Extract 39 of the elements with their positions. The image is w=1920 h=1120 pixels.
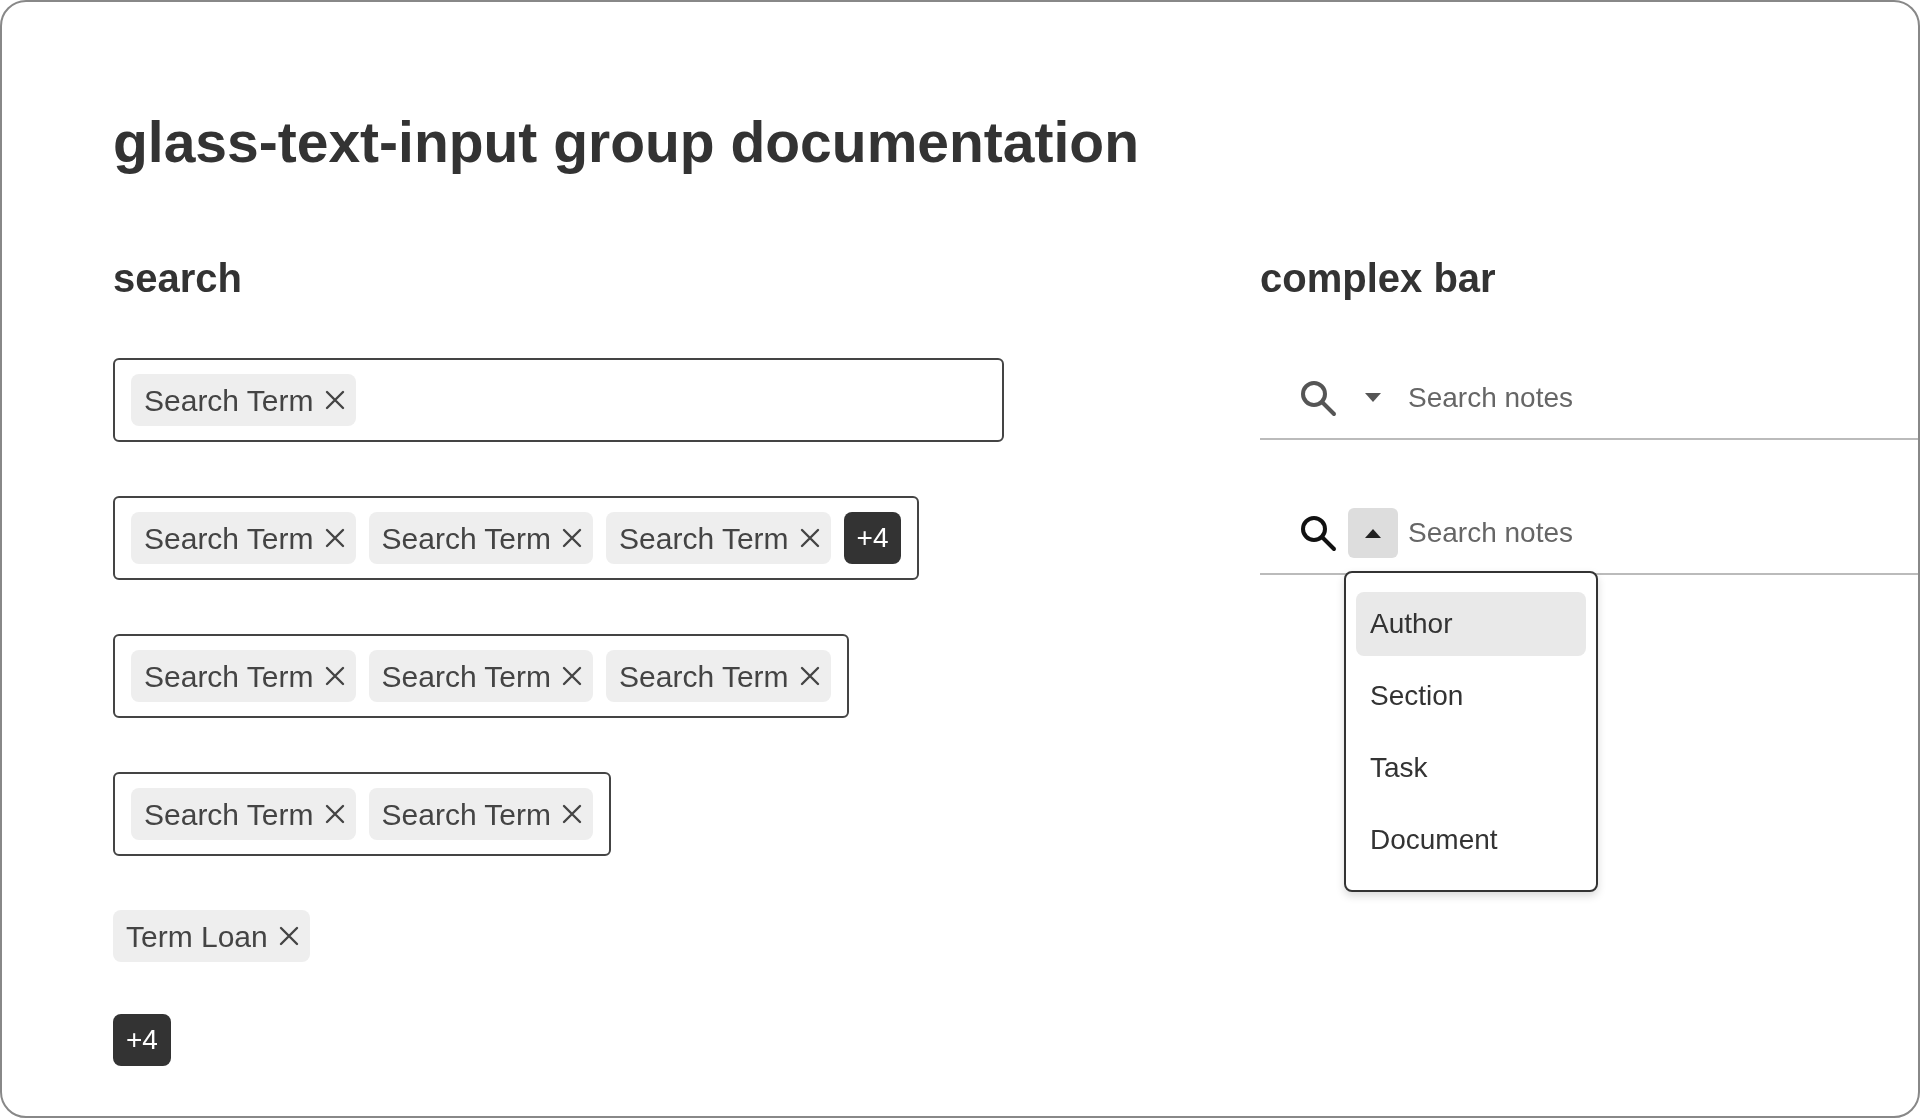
close-icon[interactable] (561, 665, 584, 688)
close-icon[interactable] (798, 527, 821, 550)
chip-label: Search Term (144, 520, 314, 557)
menu-item[interactable]: Document (1356, 808, 1586, 873)
close-icon[interactable] (277, 925, 300, 948)
chip-label: Search Term (381, 796, 552, 833)
tag-input-field[interactable]: Search Term Search Term (113, 772, 612, 857)
menu-item[interactable]: Task (1356, 736, 1586, 801)
menu-item[interactable]: Section (1356, 664, 1586, 729)
tag-input-field[interactable]: Search Term Search Term Search Term +4 (113, 496, 920, 581)
search-icon[interactable] (1298, 513, 1338, 554)
close-icon[interactable] (561, 803, 584, 826)
chip-label: Search Term (381, 520, 552, 557)
search-field[interactable]: Search notes (1408, 512, 1808, 555)
close-icon[interactable] (561, 527, 584, 550)
chip-label: Search Term (144, 658, 314, 695)
tag-input-field[interactable]: Search Term Search Term Search Term (113, 634, 849, 719)
chip-label: Search Term (144, 382, 314, 419)
overflow-count[interactable]: +4 (113, 1014, 171, 1067)
chip-label: Term Loan (126, 918, 268, 955)
close-icon[interactable] (798, 665, 821, 688)
chip-label: Search Term (381, 658, 552, 695)
overflow-count[interactable]: +4 (843, 512, 902, 565)
caret-up-icon (1364, 527, 1382, 540)
tag-input-field[interactable]: Search Term (113, 358, 1004, 443)
close-icon[interactable] (323, 527, 346, 550)
dropdown-toggle-button[interactable] (1348, 508, 1398, 559)
close-icon[interactable] (323, 389, 346, 412)
chip-label: Search Term (619, 658, 789, 695)
page-title: glass-text-input group documentation (113, 109, 1140, 176)
search-icon[interactable] (1298, 378, 1338, 419)
section-heading: complex bar (1260, 255, 1497, 303)
menu-item[interactable]: Author (1356, 592, 1586, 657)
close-icon[interactable] (323, 803, 346, 826)
section-heading: search (113, 255, 243, 303)
close-icon[interactable] (323, 665, 346, 688)
search-field[interactable]: Search notes (1408, 377, 1808, 420)
chip-label: Search Term (144, 796, 314, 833)
chip-label: Search Term (619, 520, 789, 557)
